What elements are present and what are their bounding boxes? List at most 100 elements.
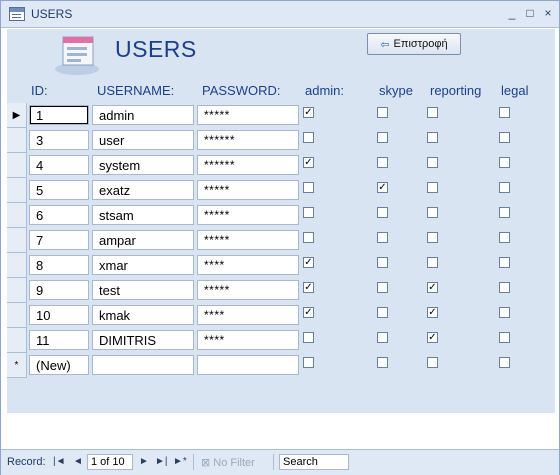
password-field[interactable]: ***** [197, 180, 299, 200]
record-selector[interactable] [7, 203, 27, 228]
reporting-checkbox[interactable]: ✓ [427, 307, 438, 318]
skype-checkbox[interactable] [377, 332, 388, 343]
admin-checkbox[interactable] [303, 182, 314, 193]
username-field[interactable] [92, 355, 194, 375]
id-field[interactable]: 10 [29, 305, 89, 325]
username-field[interactable]: ampar [92, 230, 194, 250]
admin-checkbox[interactable]: ✓ [303, 307, 314, 318]
legal-checkbox[interactable] [499, 332, 510, 343]
id-field[interactable]: 11 [29, 330, 89, 350]
record-selector[interactable] [7, 303, 27, 328]
reporting-checkbox[interactable] [427, 357, 438, 368]
id-field[interactable]: 8 [29, 255, 89, 275]
id-field[interactable]: 7 [29, 230, 89, 250]
username-field[interactable]: kmak [92, 305, 194, 325]
password-field[interactable]: ***** [197, 230, 299, 250]
admin-checkbox[interactable] [303, 332, 314, 343]
record-selector[interactable]: * [7, 353, 27, 378]
password-field[interactable]: ***** [197, 105, 299, 125]
password-field[interactable]: **** [197, 330, 299, 350]
reporting-checkbox[interactable] [427, 132, 438, 143]
password-field[interactable]: ****** [197, 155, 299, 175]
legal-checkbox[interactable] [499, 157, 510, 168]
skype-checkbox[interactable] [377, 232, 388, 243]
id-field[interactable]: 4 [29, 155, 89, 175]
id-field[interactable]: 3 [29, 130, 89, 150]
password-field[interactable]: **** [197, 255, 299, 275]
reporting-checkbox[interactable] [427, 207, 438, 218]
legal-checkbox[interactable] [499, 257, 510, 268]
search-input[interactable]: Search [279, 454, 349, 470]
skype-checkbox[interactable]: ✓ [377, 182, 388, 193]
skype-checkbox[interactable] [377, 307, 388, 318]
previous-record-button[interactable]: ◄ [73, 456, 83, 467]
reporting-checkbox[interactable]: ✓ [427, 332, 438, 343]
username-field[interactable]: admin [92, 105, 194, 125]
admin-checkbox[interactable]: ✓ [303, 257, 314, 268]
skype-checkbox[interactable] [377, 257, 388, 268]
record-selector[interactable] [7, 328, 27, 353]
legal-checkbox[interactable] [499, 207, 510, 218]
reporting-checkbox[interactable] [427, 182, 438, 193]
admin-checkbox[interactable]: ✓ [303, 157, 314, 168]
admin-checkbox[interactable] [303, 357, 314, 368]
username-field[interactable]: stsam [92, 205, 194, 225]
id-field[interactable]: (New) [29, 355, 89, 375]
legal-checkbox[interactable] [499, 182, 510, 193]
first-record-button[interactable]: |◄ [53, 456, 66, 467]
reporting-checkbox[interactable] [427, 107, 438, 118]
record-selector[interactable] [7, 178, 27, 203]
id-field[interactable]: 6 [29, 205, 89, 225]
username-field[interactable]: system [92, 155, 194, 175]
new-record-button[interactable]: ►* [173, 456, 187, 467]
password-field[interactable]: ***** [197, 205, 299, 225]
admin-checkbox[interactable] [303, 132, 314, 143]
id-field[interactable]: 9 [29, 280, 89, 300]
password-field[interactable]: **** [197, 305, 299, 325]
id-field[interactable]: 1 [29, 105, 89, 125]
no-filter-indicator[interactable]: ⊠ No Filter [201, 456, 255, 469]
legal-checkbox[interactable] [499, 107, 510, 118]
legal-checkbox[interactable] [499, 282, 510, 293]
record-selector[interactable]: ▶ [7, 103, 27, 128]
record-selector[interactable] [7, 228, 27, 253]
reporting-checkbox[interactable] [427, 157, 438, 168]
admin-checkbox[interactable]: ✓ [303, 107, 314, 118]
username-field[interactable]: user [92, 130, 194, 150]
reporting-checkbox[interactable]: ✓ [427, 282, 438, 293]
admin-checkbox[interactable]: ✓ [303, 282, 314, 293]
password-field[interactable]: ***** [197, 280, 299, 300]
id-field[interactable]: 5 [29, 180, 89, 200]
skype-checkbox[interactable] [377, 157, 388, 168]
legal-checkbox[interactable] [499, 357, 510, 368]
reporting-checkbox[interactable] [427, 257, 438, 268]
reporting-checkbox[interactable] [427, 232, 438, 243]
minimize-button[interactable]: _ [505, 6, 519, 20]
current-record-input[interactable]: 1 of 10 [87, 454, 133, 470]
username-field[interactable]: test [92, 280, 194, 300]
record-selector[interactable] [7, 278, 27, 303]
next-record-button[interactable]: ► [139, 456, 149, 467]
skype-checkbox[interactable] [377, 282, 388, 293]
username-field[interactable]: xmar [92, 255, 194, 275]
skype-checkbox[interactable] [377, 107, 388, 118]
admin-checkbox[interactable] [303, 232, 314, 243]
record-selector[interactable] [7, 153, 27, 178]
legal-checkbox[interactable] [499, 307, 510, 318]
password-field[interactable] [197, 355, 299, 375]
last-record-button[interactable]: ►| [155, 456, 168, 467]
record-selector[interactable] [7, 128, 27, 153]
skype-checkbox[interactable] [377, 357, 388, 368]
skype-checkbox[interactable] [377, 132, 388, 143]
skype-checkbox[interactable] [377, 207, 388, 218]
username-field[interactable]: exatz [92, 180, 194, 200]
legal-checkbox[interactable] [499, 232, 510, 243]
admin-checkbox[interactable] [303, 207, 314, 218]
record-selector[interactable] [7, 253, 27, 278]
username-field[interactable]: DIMITRIS [92, 330, 194, 350]
back-button[interactable]: ⇦ Επιστροφή [367, 33, 461, 55]
legal-checkbox[interactable] [499, 132, 510, 143]
close-button[interactable]: × [541, 6, 555, 20]
password-field[interactable]: ****** [197, 130, 299, 150]
maximize-button[interactable]: □ [523, 6, 537, 20]
